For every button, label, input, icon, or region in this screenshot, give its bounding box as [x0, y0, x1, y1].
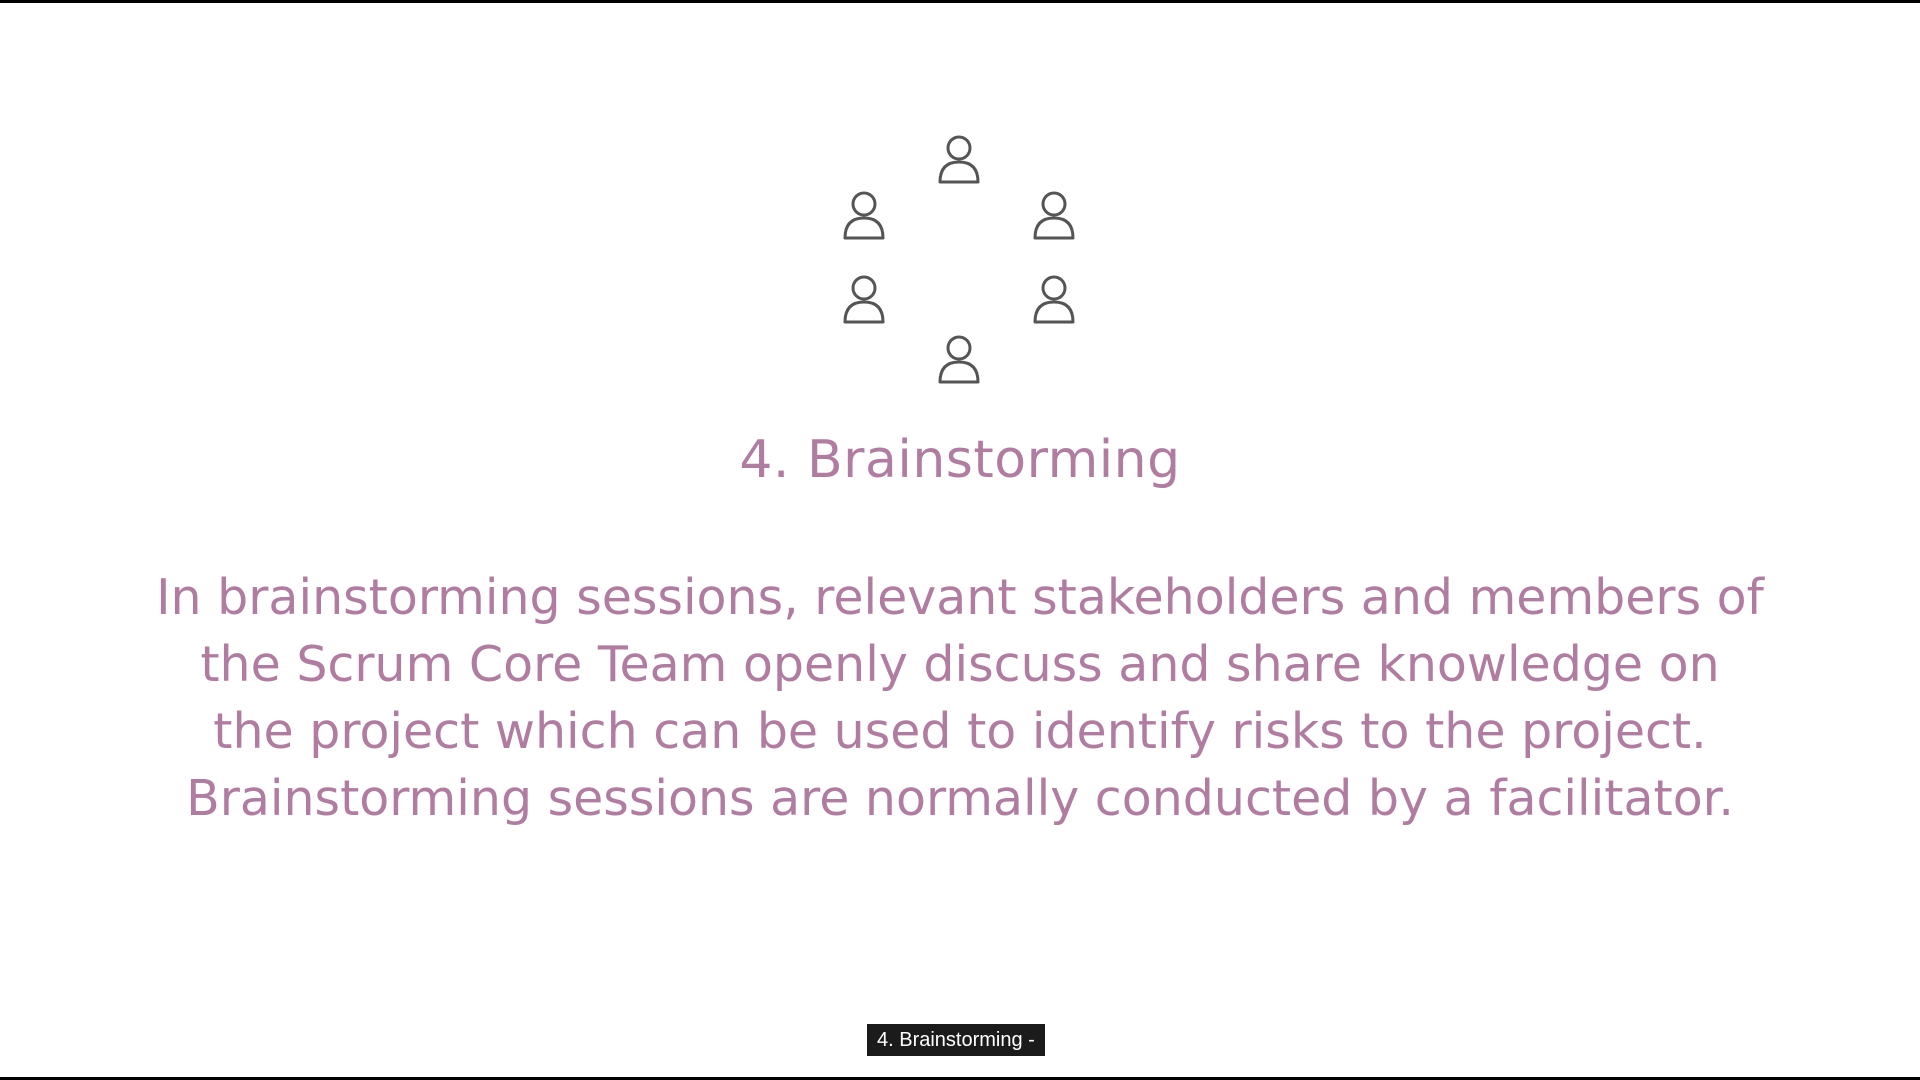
body-line: the project which can be used to identif…	[213, 703, 1707, 760]
body-line: Brainstorming sessions are normally cond…	[186, 770, 1734, 827]
body-line: the Scrum Core Team openly discuss and s…	[200, 636, 1720, 693]
body-line: In brainstorming sessions, relevant stak…	[156, 569, 1764, 626]
slide-body: In brainstorming sessions, relevant stak…	[100, 564, 1820, 832]
user-icon	[1030, 273, 1078, 325]
user-icon	[840, 189, 888, 241]
user-icon	[935, 333, 983, 385]
caption-label: 4. Brainstorming -	[867, 1024, 1045, 1056]
user-icon	[840, 273, 888, 325]
slide-frame: 4. Brainstorming In brainstorming sessio…	[0, 3, 1920, 1077]
slide-title: 4. Brainstorming	[739, 430, 1181, 490]
user-icon	[1030, 189, 1078, 241]
user-icon	[935, 133, 983, 185]
